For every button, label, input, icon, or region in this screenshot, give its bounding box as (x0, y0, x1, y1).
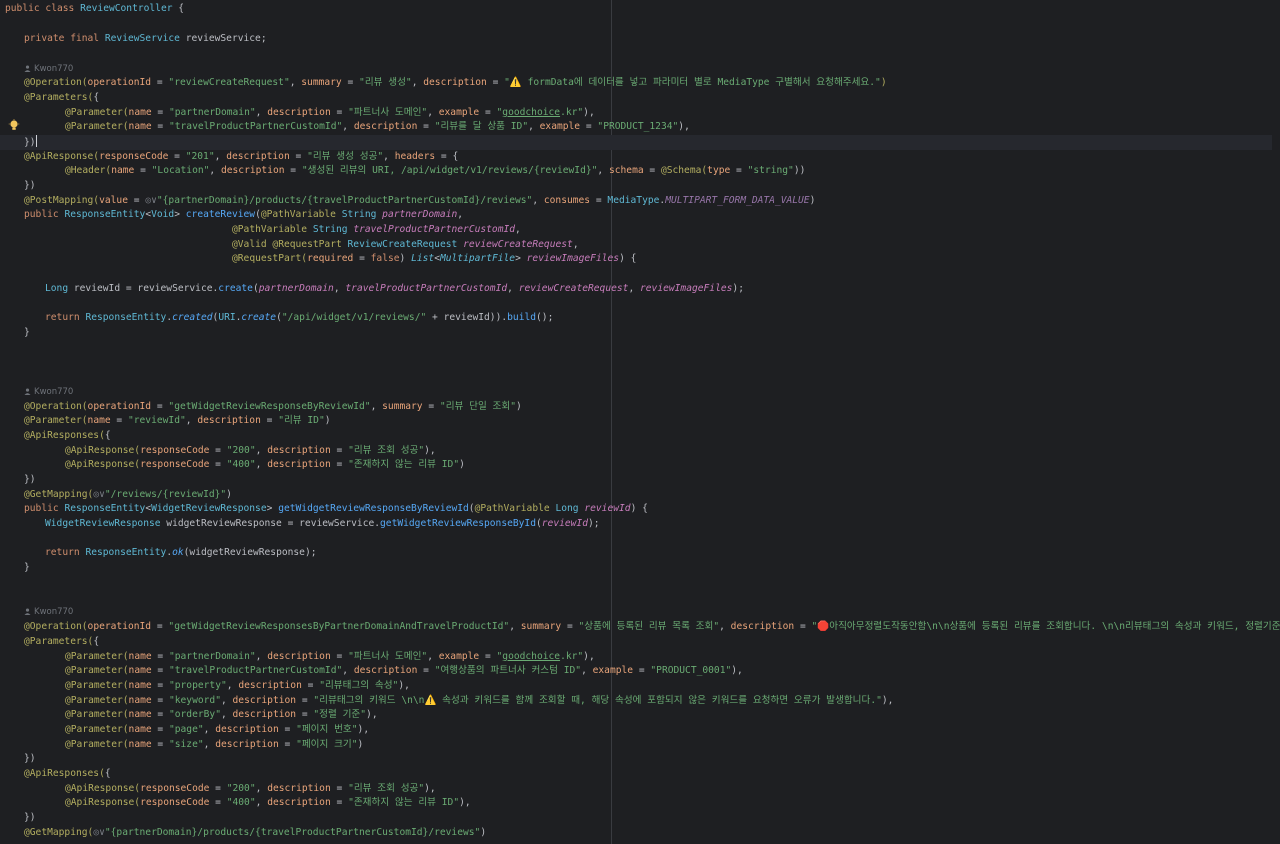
code-line-parameter[interactable]: @Parameter(name = "size", description = … (65, 738, 363, 753)
code-line-operation-1[interactable]: @Operation(operationId = "reviewCreateRe… (24, 76, 887, 91)
code-line-body[interactable]: WidgetReviewResponse widgetReviewRespons… (45, 517, 600, 532)
code-line-parameter[interactable]: @Parameter(name = "page", description = … (65, 723, 369, 738)
warning-icon: ⚠️ (424, 695, 437, 706)
person-icon (24, 608, 31, 615)
globe-icon[interactable]: ◎∨ (145, 195, 157, 206)
code-line-parameter[interactable]: @Parameter(name = "keyword", description… (65, 694, 893, 709)
code-line-parameter[interactable]: @Parameter(name = "partnerDomain", descr… (65, 106, 595, 121)
code-line-close[interactable]: }) (24, 811, 36, 826)
code-line-close[interactable]: }) (24, 473, 36, 488)
code-line-apiresponses-open[interactable]: @ApiResponses({ (24, 767, 111, 782)
code-line-parameter[interactable]: @Parameter(name = "property", descriptio… (65, 679, 410, 694)
code-line-close[interactable]: }) (24, 179, 36, 194)
code-line-close[interactable]: } (24, 326, 30, 341)
code-line-signature[interactable]: @PathVariable String travelProductPartne… (232, 223, 521, 238)
code-line-field[interactable]: private final ReviewService reviewServic… (24, 32, 267, 47)
code-line-signature[interactable]: public ResponseEntity<WidgetReviewRespon… (24, 502, 648, 517)
code-line-apiresponse[interactable]: @ApiResponse(responseCode = "200", descr… (65, 782, 436, 797)
code-line-signature[interactable]: public ResponseEntity<Void> createReview… (24, 208, 463, 223)
code-line-parameters-open-1[interactable]: @Parameters({ (24, 91, 99, 106)
code-line-parameter[interactable]: @Parameter(name = "orderBy", description… (65, 708, 378, 723)
code-line-signature[interactable]: @Valid @RequestPart ReviewCreateRequest … (232, 238, 579, 253)
author-hint[interactable]: Kwon770 (24, 63, 73, 75)
author-hint[interactable]: Kwon770 (24, 606, 73, 618)
author-name: Kwon770 (34, 607, 74, 617)
code-line-apiresponse[interactable]: @ApiResponse(responseCode = "400", descr… (65, 458, 465, 473)
code-line-apiresponse[interactable]: @ApiResponse(responseCode = "400", descr… (65, 796, 471, 811)
code-line-parameter[interactable]: @Parameter(name = "travelProductPartnerC… (65, 664, 743, 679)
code-line-postmapping[interactable]: @PostMapping(value = ◎∨"{partnerDomain}/… (24, 194, 815, 209)
code-line-parameter[interactable]: @Parameter(name = "partnerDomain", descr… (65, 650, 595, 665)
code-line-close[interactable]: } (24, 561, 30, 576)
person-icon (24, 65, 31, 72)
stop-sign-icon: 🛑 (817, 621, 830, 632)
code-line-operation-2[interactable]: @Operation(operationId = "getWidgetRevie… (24, 400, 522, 415)
code-line-header[interactable]: @Header(name = "Location", description =… (65, 164, 805, 179)
gutter (0, 0, 4, 844)
code-line-apiresponse[interactable]: @ApiResponse(responseCode = "200", descr… (65, 444, 436, 459)
code-line-return[interactable]: return ResponseEntity.ok(widgetReviewRes… (45, 546, 317, 561)
code-line-return[interactable]: return ResponseEntity.created(URI.create… (45, 311, 553, 326)
person-icon (24, 388, 31, 395)
author-name: Kwon770 (34, 387, 74, 397)
code-line-parameter[interactable]: @Parameter(name = "travelProductPartnerC… (65, 120, 690, 135)
code-line-operation-3[interactable]: @Operation(operationId = "getWidgetRevie… (24, 620, 1280, 635)
author-hint[interactable]: Kwon770 (24, 386, 73, 398)
globe-icon[interactable]: ◎∨ (93, 827, 105, 838)
text-cursor (35, 135, 37, 147)
code-line-class[interactable]: public class ReviewController { (5, 2, 184, 17)
code-editor[interactable]: public class ReviewController { private … (0, 0, 1280, 844)
code-line-apiresponse-1[interactable]: @ApiResponse(responseCode = "201", descr… (24, 150, 458, 165)
code-line-parameter[interactable]: @Parameter(name = "reviewId", descriptio… (24, 414, 331, 429)
code-line-close[interactable]: }) (24, 752, 36, 767)
code-line-signature[interactable]: @RequestPart(required = false) List<Mult… (232, 252, 636, 267)
code-line-apiresponses-open[interactable]: @ApiResponses({ (24, 429, 111, 444)
code-line-getmapping[interactable]: @GetMapping(◎∨"/reviews/{reviewId}") (24, 488, 232, 503)
code-line-parameters-open-3[interactable]: @Parameters({ (24, 635, 99, 650)
warning-icon: ⚠️ (509, 77, 522, 88)
code-line-getmapping[interactable]: @GetMapping(◎∨"{partnerDomain}/products/… (24, 826, 486, 841)
lightbulb-icon[interactable] (8, 119, 20, 133)
globe-icon[interactable]: ◎∨ (93, 489, 105, 500)
code-line-current[interactable]: }) (0, 135, 1272, 150)
author-name: Kwon770 (34, 64, 74, 74)
code-line-body[interactable]: Long reviewId = reviewService.create(par… (45, 282, 744, 297)
